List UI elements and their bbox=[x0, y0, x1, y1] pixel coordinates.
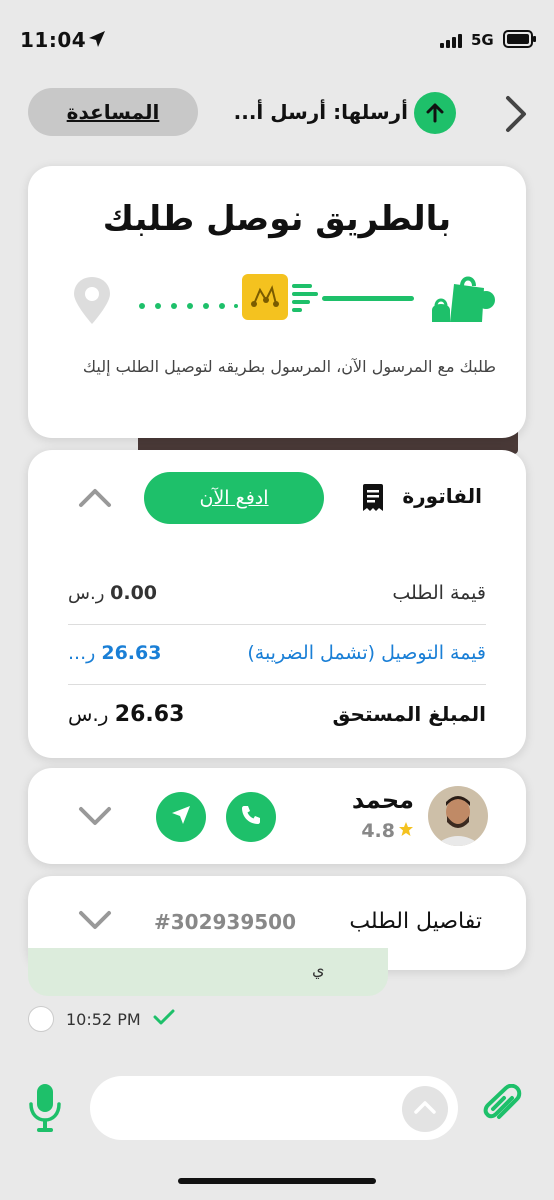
chevron-right-icon[interactable] bbox=[502, 92, 530, 140]
microphone-icon[interactable] bbox=[28, 1082, 62, 1138]
top-bar: المساعدة أرسلها: أرسل أ... bbox=[0, 88, 554, 140]
currency: ر.س bbox=[68, 583, 105, 604]
order-value-amount: 0.00 ر.س bbox=[68, 582, 157, 604]
message-meta: 10:52 PM bbox=[28, 1004, 175, 1034]
pending-dots bbox=[138, 295, 238, 314]
navigate-button[interactable] bbox=[156, 792, 206, 842]
amount: 26.63 bbox=[114, 702, 185, 727]
tracking-title: بالطريق نوصل طلبك bbox=[102, 199, 452, 239]
message-input[interactable] bbox=[110, 1090, 390, 1126]
paperclip-icon[interactable] bbox=[482, 1083, 522, 1132]
chevron-down-icon[interactable] bbox=[78, 910, 112, 936]
order-value-row: قيمة الطلب 0.00 ر.س bbox=[68, 582, 486, 642]
arrow-up-icon bbox=[414, 92, 456, 134]
invoice-icon bbox=[362, 484, 384, 516]
pay-now-button[interactable]: ادفع الآن bbox=[144, 472, 324, 524]
chevron-up-icon bbox=[413, 1099, 437, 1119]
currency: ر.س bbox=[68, 702, 109, 726]
send-status-text: أرسلها: أرسل أ... bbox=[233, 100, 408, 124]
amount-due-row: المبلغ المستحق 26.63 ر.س bbox=[68, 702, 486, 762]
order-value-label: قيمة الطلب bbox=[392, 582, 486, 604]
send-button[interactable] bbox=[402, 1086, 448, 1132]
delivery-fee-label: قيمة التوصيل (تشمل الضريبة) bbox=[247, 642, 486, 664]
phone-icon bbox=[239, 803, 263, 831]
divider bbox=[68, 684, 486, 685]
message-bubble bbox=[28, 948, 388, 996]
driver-card: محمد 4.8 bbox=[28, 768, 526, 864]
amount-due-value: 26.63 ر.س bbox=[68, 702, 184, 727]
message-text: ي bbox=[312, 960, 325, 979]
driver-rating: 4.8 bbox=[361, 820, 414, 842]
home-indicator bbox=[178, 1178, 376, 1184]
chevron-up-icon[interactable] bbox=[78, 486, 112, 512]
rating-value: 4.8 bbox=[361, 820, 395, 842]
driver-name: محمد bbox=[351, 786, 414, 814]
avatar bbox=[428, 786, 488, 846]
check-icon bbox=[153, 1009, 175, 1029]
location-arrow-icon bbox=[88, 30, 106, 52]
invoice-title: الفاتورة bbox=[402, 484, 482, 508]
order-details-title: تفاصيل الطلب bbox=[349, 909, 482, 934]
network-type: 5G bbox=[471, 31, 494, 49]
tracking-card: بالطريق نوصل طلبك طلبك مع المرسول الآن، … bbox=[28, 166, 526, 438]
help-button[interactable]: المساعدة bbox=[28, 88, 198, 136]
message-input-bar bbox=[90, 1076, 458, 1140]
tracking-description: طلبك مع المرسول الآن، المرسول بطريقه لتو… bbox=[82, 357, 496, 376]
navigate-icon bbox=[169, 803, 193, 831]
star-icon bbox=[398, 820, 414, 842]
amount: 0.00 bbox=[110, 582, 158, 604]
call-button[interactable] bbox=[226, 792, 276, 842]
receipt-icon bbox=[242, 274, 322, 324]
invoice-card: الفاتورة ادفع الآن قيمة الطلب 0.00 ر.س ق… bbox=[28, 450, 526, 758]
status-bar: 11:04 5G bbox=[0, 0, 554, 80]
delivery-fee-amount: 26.63 ر... bbox=[68, 642, 161, 664]
currency: ر... bbox=[68, 642, 96, 664]
delivery-fee-row[interactable]: قيمة التوصيل (تشمل الضريبة) 26.63 ر... bbox=[68, 642, 486, 702]
message-time: 10:52 PM bbox=[66, 1009, 141, 1029]
divider bbox=[68, 624, 486, 625]
progress-line bbox=[322, 296, 414, 301]
signal-icon bbox=[440, 33, 464, 52]
map-pin-icon bbox=[72, 276, 112, 330]
clock: 11:04 bbox=[20, 28, 87, 52]
chevron-down-icon[interactable] bbox=[78, 806, 112, 832]
select-circle[interactable] bbox=[28, 1006, 54, 1032]
amount-due-label: المبلغ المستحق bbox=[332, 702, 486, 726]
shopping-bags-icon bbox=[426, 270, 496, 330]
battery-icon bbox=[503, 30, 537, 52]
order-number: #302939500 bbox=[154, 910, 297, 934]
amount: 26.63 bbox=[101, 642, 162, 664]
